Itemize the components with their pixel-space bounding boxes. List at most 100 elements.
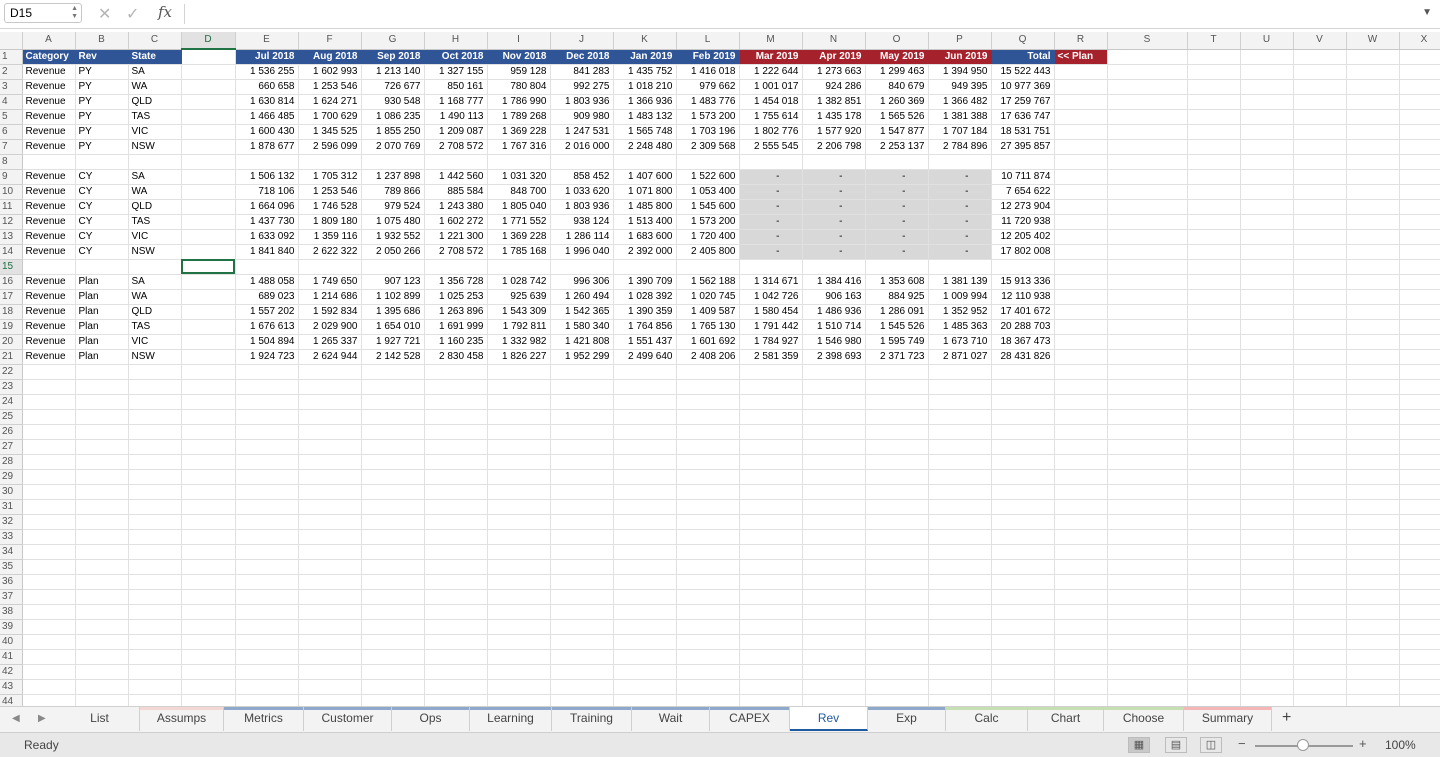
cell[interactable]: [1187, 304, 1241, 320]
cell[interactable]: [1054, 94, 1108, 110]
header-month[interactable]: Oct 2018: [424, 49, 488, 65]
cell-value[interactable]: 992 275: [550, 79, 614, 95]
cell[interactable]: [1346, 94, 1400, 110]
cell[interactable]: [487, 574, 551, 590]
cell-value[interactable]: 1 466 485: [235, 109, 299, 125]
cell-value[interactable]: 1 314 671: [739, 274, 803, 290]
cell[interactable]: [1240, 379, 1294, 395]
cell[interactable]: [676, 544, 740, 560]
cell[interactable]: [1399, 409, 1440, 425]
cell-value[interactable]: 1 390 359: [613, 304, 677, 320]
cell[interactable]: [424, 409, 488, 425]
cell[interactable]: [1054, 439, 1108, 455]
cell[interactable]: [550, 469, 614, 485]
cell[interactable]: [1107, 469, 1188, 485]
cell[interactable]: [22, 604, 76, 620]
cell[interactable]: [298, 469, 362, 485]
cell[interactable]: [1107, 574, 1188, 590]
cell[interactable]: [613, 469, 677, 485]
cell[interactable]: [1399, 589, 1440, 605]
cell-value[interactable]: 1 214 686: [298, 289, 362, 305]
cell-value[interactable]: 2 206 798: [802, 139, 866, 155]
cell-value[interactable]: 1 749 650: [298, 274, 362, 290]
cell[interactable]: [1240, 139, 1294, 155]
cell[interactable]: [676, 649, 740, 665]
cell[interactable]: [1107, 109, 1188, 125]
cell[interactable]: [75, 694, 129, 706]
cell-state[interactable]: VIC: [128, 229, 182, 245]
cell[interactable]: [550, 454, 614, 470]
cell[interactable]: [613, 589, 677, 605]
cell[interactable]: [802, 634, 866, 650]
cell-state[interactable]: NSW: [128, 244, 182, 260]
cell-rev[interactable]: PY: [75, 124, 129, 140]
cell[interactable]: [1107, 604, 1188, 620]
cell-value[interactable]: 1 522 600: [676, 169, 740, 185]
cell-value[interactable]: 1 786 990: [487, 94, 551, 110]
cell[interactable]: [991, 529, 1055, 545]
cell[interactable]: [1399, 139, 1440, 155]
cell[interactable]: [739, 574, 803, 590]
cell[interactable]: [361, 454, 425, 470]
cell[interactable]: [1293, 619, 1347, 635]
cell[interactable]: [865, 484, 929, 500]
cell-value[interactable]: 1 841 840: [235, 244, 299, 260]
cell[interactable]: [424, 379, 488, 395]
cell[interactable]: [1293, 604, 1347, 620]
cell[interactable]: [1054, 409, 1108, 425]
cell[interactable]: [865, 664, 929, 680]
cell-value[interactable]: 780 804: [487, 79, 551, 95]
cell[interactable]: [181, 529, 236, 545]
cell[interactable]: [22, 154, 76, 170]
cell-value[interactable]: 1 102 899: [361, 289, 425, 305]
row-header-26[interactable]: 26: [0, 424, 23, 440]
cell[interactable]: [1399, 484, 1440, 500]
cell[interactable]: [361, 469, 425, 485]
cell-value[interactable]: 1 601 692: [676, 334, 740, 350]
name-box-stepper-icon[interactable]: ▲ ▼: [71, 5, 78, 21]
cell[interactable]: [424, 439, 488, 455]
cell[interactable]: [550, 379, 614, 395]
cell[interactable]: [181, 364, 236, 380]
column-header-q[interactable]: Q: [991, 32, 1055, 50]
cell[interactable]: [128, 664, 182, 680]
cell[interactable]: [1293, 484, 1347, 500]
cell[interactable]: [739, 589, 803, 605]
row-header-11[interactable]: 11: [0, 199, 23, 215]
cell-value[interactable]: 1 031 320: [487, 169, 551, 185]
row-header-1[interactable]: 1: [0, 49, 23, 65]
cell[interactable]: [1399, 694, 1440, 706]
cell[interactable]: [361, 544, 425, 560]
cell[interactable]: [739, 529, 803, 545]
cell[interactable]: [1240, 424, 1294, 440]
cell[interactable]: [991, 469, 1055, 485]
cell-value[interactable]: 2 622 322: [298, 244, 362, 260]
cell-state[interactable]: NSW: [128, 349, 182, 365]
cell[interactable]: [739, 259, 803, 275]
column-header-k[interactable]: K: [613, 32, 677, 50]
cell-value[interactable]: 2 398 693: [802, 349, 866, 365]
cell[interactable]: [1346, 664, 1400, 680]
cell[interactable]: [1346, 289, 1400, 305]
cell[interactable]: [802, 589, 866, 605]
cell[interactable]: [22, 544, 76, 560]
cell-rev[interactable]: CY: [75, 214, 129, 230]
cell[interactable]: [928, 409, 992, 425]
cell[interactable]: [1346, 169, 1400, 185]
cell[interactable]: [1187, 499, 1241, 515]
cell[interactable]: [1240, 544, 1294, 560]
cell-value[interactable]: 1 356 728: [424, 274, 488, 290]
cell[interactable]: [128, 559, 182, 575]
column-header-f[interactable]: F: [298, 32, 362, 50]
cell-state[interactable]: TAS: [128, 319, 182, 335]
cell-value[interactable]: 1 952 299: [550, 349, 614, 365]
cell-value[interactable]: 1 771 552: [487, 214, 551, 230]
cell-value[interactable]: 1 826 227: [487, 349, 551, 365]
cell-total[interactable]: 11 720 938: [991, 214, 1055, 230]
cell[interactable]: [75, 409, 129, 425]
row-header-8[interactable]: 8: [0, 154, 23, 170]
cell[interactable]: [1346, 109, 1400, 125]
cell[interactable]: [613, 484, 677, 500]
cell[interactable]: [1240, 589, 1294, 605]
cell-value[interactable]: 1 510 714: [802, 319, 866, 335]
